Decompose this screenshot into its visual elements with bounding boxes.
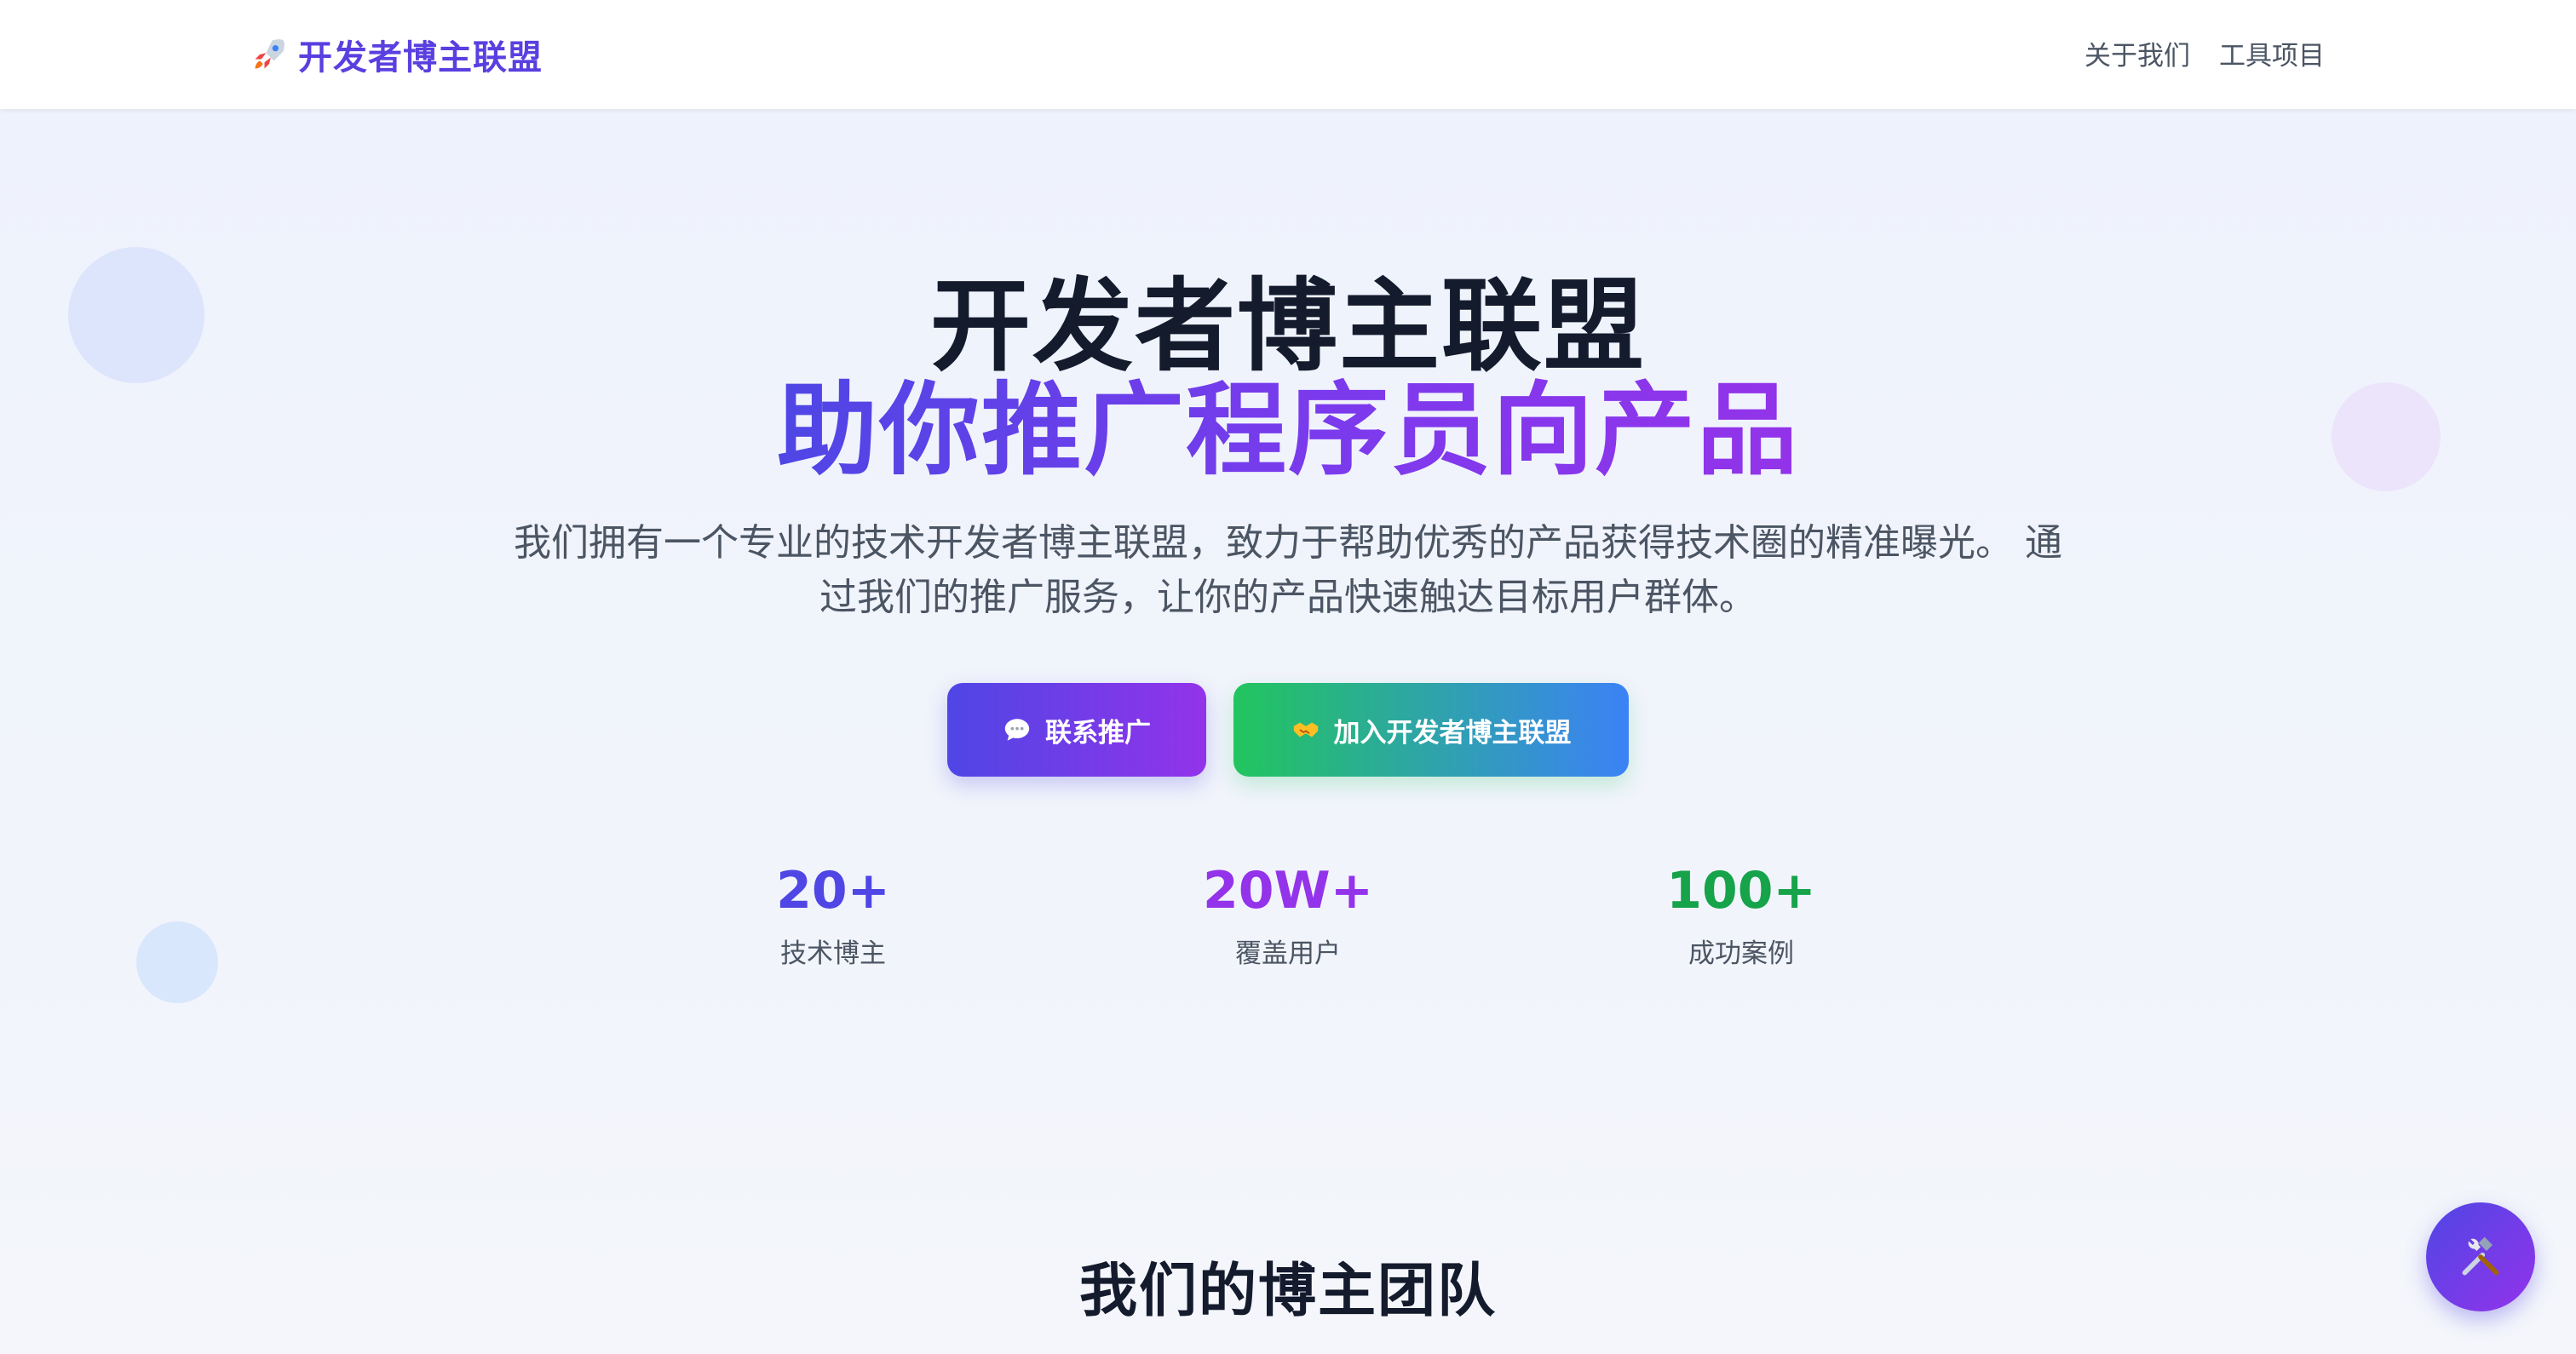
hero-description: 我们拥有一个专业的技术开发者博主联盟，致力于帮助优秀的产品获得技术圈的精准曝光。… [514,521,2062,619]
stat-cases: 100+ 成功案例 [1588,857,1895,971]
stat-value: 20+ [776,861,890,921]
join-alliance-label: 加入开发者博主联盟 [1333,717,1572,749]
hero-subtitle: 助你推广程序员向产品 [0,375,2576,485]
stat-bloggers: 20+ 技术博主 [680,857,986,971]
stat-users: 20W+ 覆盖用户 [1135,857,1441,971]
speech-bubble-icon [1004,719,1030,741]
main-nav: 关于我们 工具项目 [2084,34,2325,72]
hero-title: 开发者博主联盟 [929,267,1646,385]
handshake-icon [1293,722,1318,737]
contact-promotion-button[interactable]: 联系推广 [947,683,1206,777]
brand-name: 开发者博主联盟 [298,38,543,77]
hero-subtitle-text: 助你推广程序员向产品 [776,371,1799,489]
site-header: 开发者博主联盟 关于我们 工具项目 [0,0,2576,109]
team-section-title: 我们的博主团队 [1078,1258,1497,1325]
stat-value: 100+ [1666,861,1816,921]
nav-link-about[interactable]: 关于我们 [2084,34,2190,72]
join-alliance-button[interactable]: 加入开发者博主联盟 [1233,683,1629,777]
decorative-circle [136,921,218,1003]
hammer-wrench-icon [2462,1236,2499,1276]
tools-fab-button[interactable] [2426,1202,2535,1311]
stat-label: 覆盖用户 [1235,938,1341,969]
rocket-icon [255,39,285,69]
brand-logo[interactable]: 开发者博主联盟 [250,31,543,78]
stat-label: 技术博主 [780,938,886,969]
stat-value: 20W+ [1203,861,1373,921]
stat-label: 成功案例 [1688,938,1794,969]
contact-promotion-label: 联系推广 [1045,717,1151,749]
nav-link-tools[interactable]: 工具项目 [2219,34,2325,72]
